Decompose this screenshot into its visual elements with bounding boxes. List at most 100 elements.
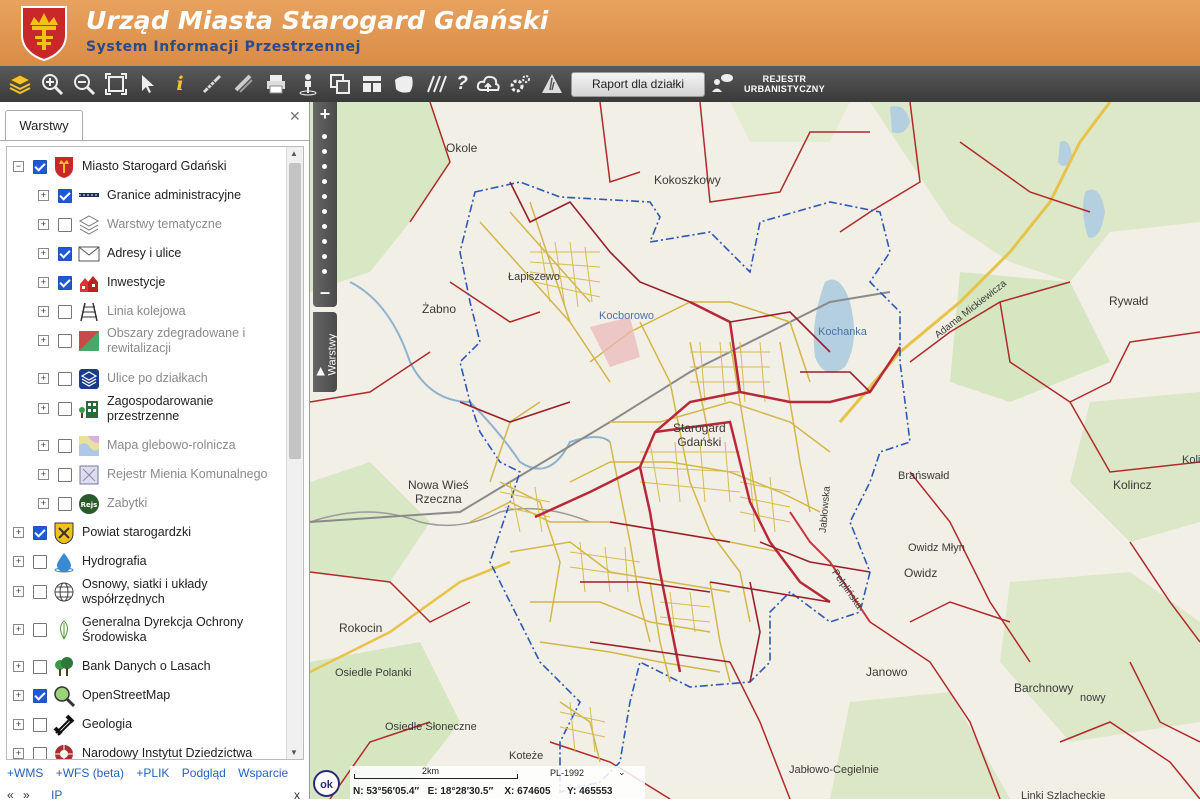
collapse-icon[interactable]: −: [13, 161, 24, 172]
link-ip[interactable]: IP: [51, 788, 62, 802]
measure-area-icon[interactable]: [230, 70, 258, 98]
zoom-level-dot[interactable]: [322, 164, 327, 169]
measure-distance-icon[interactable]: [198, 70, 226, 98]
layer-checkbox[interactable]: [33, 623, 47, 637]
zoom-extent-icon[interactable]: [102, 70, 130, 98]
zoom-level-dot[interactable]: [322, 149, 327, 154]
layer-label[interactable]: Zagospodarowanie przestrzenne: [107, 394, 277, 424]
expand-icon[interactable]: +: [13, 719, 24, 730]
layer-label[interactable]: Osnowy, siatki i układy współrzędnych: [82, 577, 277, 607]
hatch-icon[interactable]: [422, 70, 450, 98]
layer-checkbox[interactable]: [58, 247, 72, 261]
layer-label[interactable]: Ulice po działkach: [107, 371, 277, 386]
zoom-level-dot[interactable]: [322, 194, 327, 199]
zoom-plus-button[interactable]: +: [313, 104, 337, 125]
layer-checkbox[interactable]: [33, 585, 47, 599]
layer-checkbox[interactable]: [58, 189, 72, 203]
layer-label[interactable]: Mapa glebowo-rolnicza: [107, 438, 277, 453]
layer-label[interactable]: Obszary zdegradowane i rewitalizacji: [107, 326, 277, 356]
expand-icon[interactable]: +: [38, 498, 49, 509]
layer-label[interactable]: Miasto Starogard Gdański: [82, 159, 277, 174]
close-bottom-button[interactable]: x: [294, 788, 300, 802]
layer-label[interactable]: Linia kolejowa: [107, 304, 277, 319]
print-icon[interactable]: [262, 70, 290, 98]
expand-icon[interactable]: +: [38, 440, 49, 451]
link-wfs[interactable]: +WFS (beta): [56, 766, 124, 780]
person-chat-icon[interactable]: [708, 70, 736, 98]
expand-icon[interactable]: +: [13, 556, 24, 567]
expand-icon[interactable]: +: [38, 219, 49, 230]
info-icon[interactable]: i: [166, 70, 194, 98]
zoom-level-dot[interactable]: [322, 269, 327, 274]
expand-icon[interactable]: +: [13, 527, 24, 538]
expand-icon[interactable]: +: [38, 248, 49, 259]
expand-icon[interactable]: +: [38, 277, 49, 288]
layer-label[interactable]: Inwestycje: [107, 275, 277, 290]
layer-label[interactable]: Bank Danych o Lasach: [82, 659, 277, 674]
expand-icon[interactable]: +: [13, 586, 24, 597]
zoom-in-icon[interactable]: [38, 70, 66, 98]
layer-checkbox[interactable]: [33, 718, 47, 732]
layer-checkbox[interactable]: [58, 334, 72, 348]
layer-checkbox[interactable]: [33, 689, 47, 703]
zoom-level-dot[interactable]: [322, 179, 327, 184]
copy-icon[interactable]: [326, 70, 354, 98]
close-panel-icon[interactable]: ✕: [289, 108, 301, 125]
tab-warstwy[interactable]: Warstwy: [5, 110, 83, 141]
settings-icon[interactable]: [506, 70, 534, 98]
expand-icon[interactable]: +: [38, 403, 49, 414]
expand-icon[interactable]: +: [38, 190, 49, 201]
layer-checkbox[interactable]: [33, 660, 47, 674]
expand-icon[interactable]: +: [13, 624, 24, 635]
collapse-left-button[interactable]: «: [7, 788, 14, 802]
expand-icon[interactable]: +: [38, 335, 49, 346]
scroll-thumb[interactable]: [289, 163, 301, 459]
expand-icon[interactable]: +: [13, 690, 24, 701]
layer-checkbox[interactable]: [58, 372, 72, 386]
expand-icon[interactable]: +: [38, 469, 49, 480]
warning-icon[interactable]: [538, 70, 566, 98]
zoom-level-dot[interactable]: [322, 224, 327, 229]
layer-label[interactable]: OpenStreetMap: [82, 688, 277, 703]
expand-icon[interactable]: +: [38, 306, 49, 317]
cloud-upload-icon[interactable]: [474, 70, 502, 98]
layer-checkbox[interactable]: [33, 747, 47, 759]
expand-icon[interactable]: +: [38, 373, 49, 384]
chevron-down-icon[interactable]: ⌄: [618, 767, 626, 778]
zoom-minus-button[interactable]: –: [313, 282, 337, 303]
layout-icon[interactable]: [358, 70, 386, 98]
layer-label[interactable]: Hydrografia: [82, 554, 277, 569]
link-podglad[interactable]: Podgląd: [182, 766, 226, 780]
pointer-icon[interactable]: [134, 70, 162, 98]
layer-label[interactable]: Powiat starogardzki: [82, 525, 277, 540]
layer-checkbox[interactable]: [58, 305, 72, 319]
layer-checkbox[interactable]: [33, 160, 47, 174]
layer-checkbox[interactable]: [58, 276, 72, 290]
layer-label[interactable]: Narodowy Instytut Dziedzictwa: [82, 746, 277, 759]
layer-checkbox[interactable]: [33, 526, 47, 540]
link-wms[interactable]: +WMS: [7, 766, 43, 780]
zoom-level-dot[interactable]: [322, 209, 327, 214]
layer-checkbox[interactable]: [58, 402, 72, 416]
zoom-out-icon[interactable]: [70, 70, 98, 98]
zoom-level-dot[interactable]: [322, 254, 327, 259]
layer-checkbox[interactable]: [58, 218, 72, 232]
expand-right-button[interactable]: »: [23, 788, 30, 802]
rejestr-urbanistyczny-button[interactable]: REJESTR URBANISTYCZNY: [744, 74, 825, 94]
layer-checkbox[interactable]: [58, 439, 72, 453]
scrollbar[interactable]: ▲ ▼: [286, 147, 303, 759]
zoom-slider[interactable]: + –: [313, 102, 337, 307]
layer-label[interactable]: Adresy i ulice: [107, 246, 277, 261]
street-view-icon[interactable]: [294, 70, 322, 98]
link-wsparcie[interactable]: Wsparcie: [238, 766, 288, 780]
expand-icon[interactable]: +: [13, 661, 24, 672]
zoom-level-dot[interactable]: [322, 134, 327, 139]
help-icon[interactable]: ?: [448, 70, 476, 98]
layer-label[interactable]: Generalna Dyrekcja Ochrony Środowiska: [82, 615, 277, 645]
layer-checkbox[interactable]: [58, 468, 72, 482]
warstwy-side-tab[interactable]: ▶ Warstwy: [313, 312, 339, 392]
layer-label[interactable]: Geologia: [82, 717, 277, 732]
layer-label[interactable]: Zabytki: [107, 496, 277, 511]
projection-select[interactable]: PL-1992: [550, 768, 584, 778]
ok-button[interactable]: ok: [313, 770, 340, 797]
